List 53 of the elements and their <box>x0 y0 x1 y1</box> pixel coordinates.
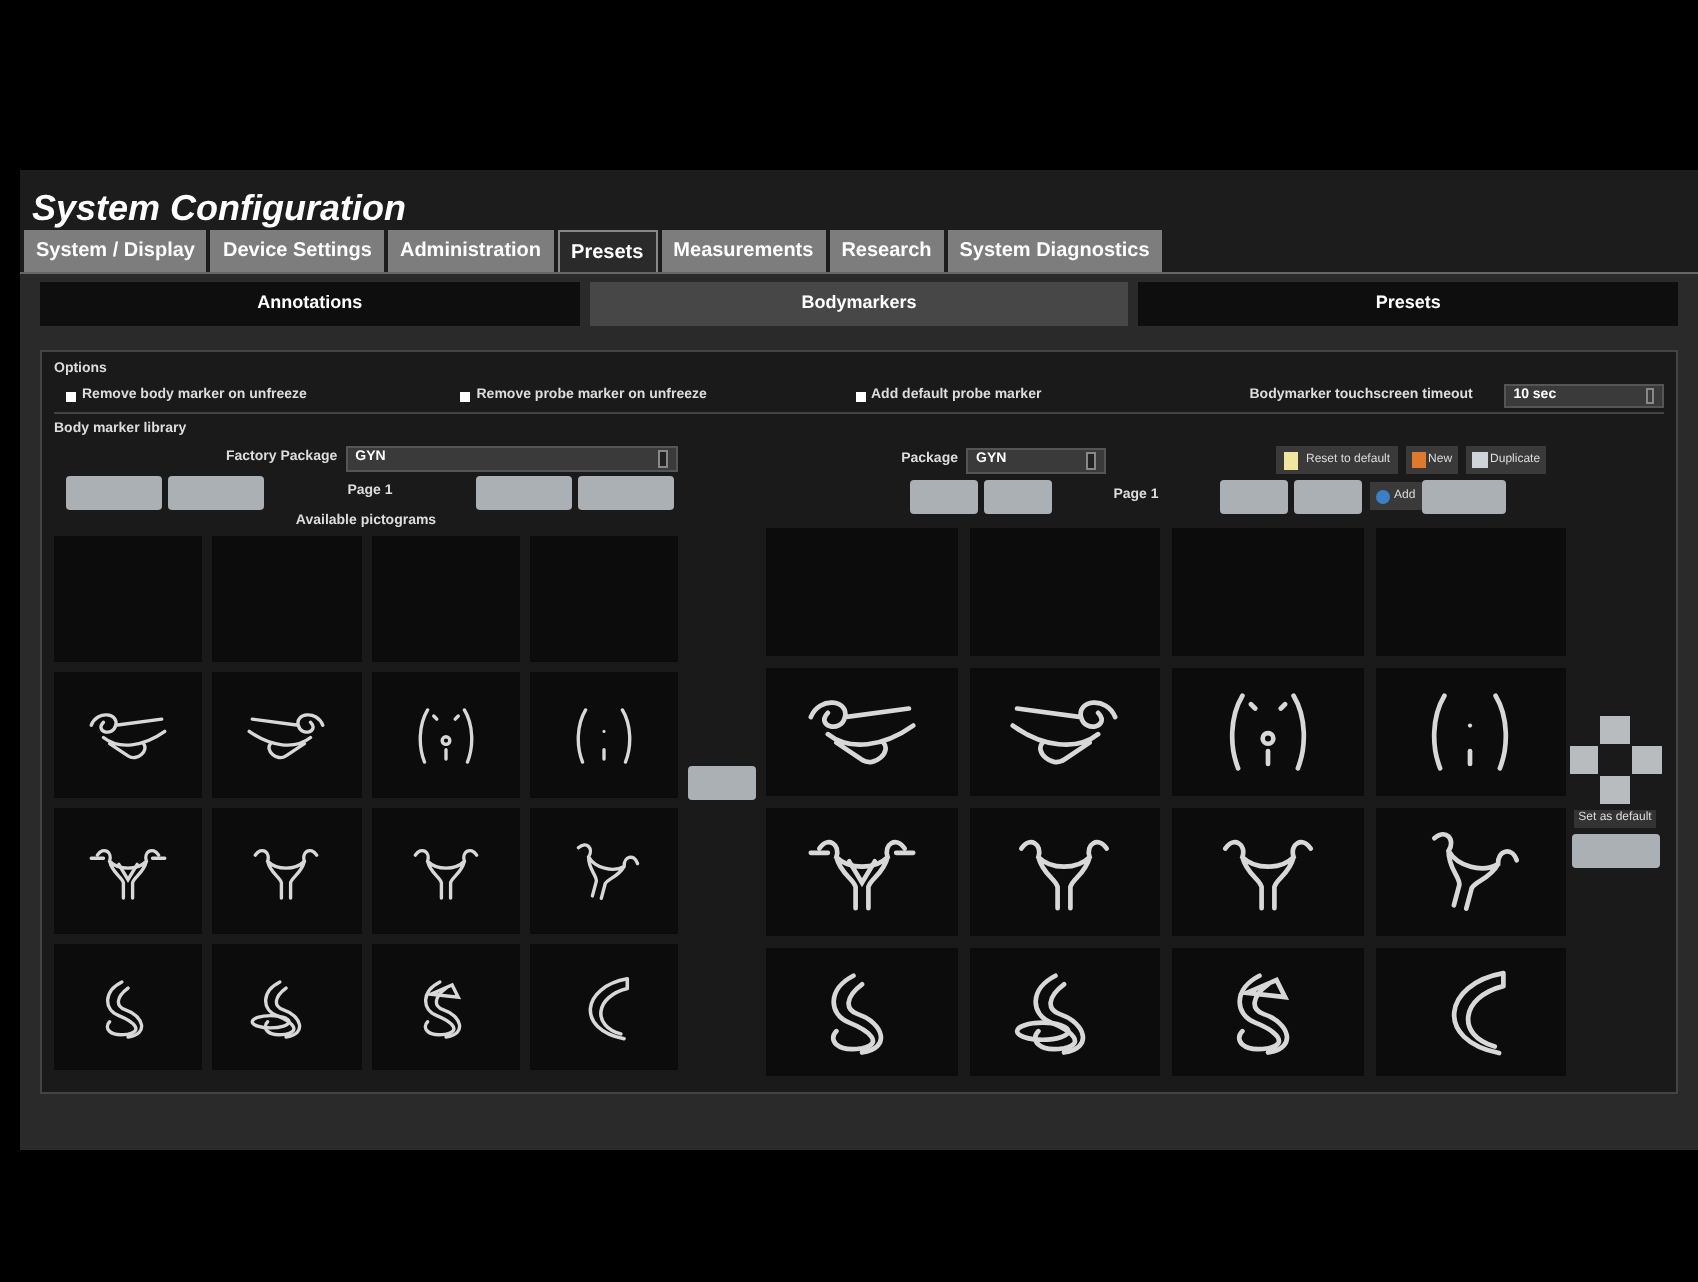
window-title: System Configuration <box>30 186 409 230</box>
tab[interactable]: Presets <box>557 230 658 272</box>
pictogram-tile[interactable] <box>766 668 957 796</box>
sub-tab[interactable]: Presets <box>1138 282 1679 326</box>
pictogram-tile[interactable] <box>766 808 957 936</box>
tab[interactable]: System Diagnostics <box>947 230 1162 272</box>
pictogram-tile[interactable] <box>1375 948 1566 1076</box>
tab[interactable]: Administration <box>387 230 554 272</box>
dropdown-handle-icon <box>1646 388 1654 404</box>
tab[interactable]: System / Display <box>24 230 207 272</box>
checkbox[interactable] <box>855 391 865 401</box>
button[interactable] <box>578 475 674 509</box>
button[interactable] <box>1220 479 1288 513</box>
document-icon <box>1284 451 1298 469</box>
dropdown-handle-icon <box>1086 451 1096 469</box>
button[interactable] <box>910 479 978 513</box>
button[interactable] <box>66 475 162 509</box>
pictogram-tile[interactable] <box>54 944 203 1070</box>
direction-pad[interactable] <box>1569 716 1661 804</box>
pictogram-tile[interactable] <box>529 672 678 798</box>
pictogram-tile[interactable] <box>529 944 678 1070</box>
pictogram-tile[interactable] <box>529 808 678 934</box>
pictogram-tile[interactable] <box>1375 808 1566 936</box>
button[interactable] <box>1294 479 1362 513</box>
tab[interactable]: Measurements <box>661 230 826 272</box>
button[interactable] <box>476 475 572 509</box>
tab[interactable]: Research <box>829 230 944 272</box>
pictogram-tile[interactable] <box>212 672 361 798</box>
transfer-button[interactable] <box>688 765 756 799</box>
pictogram-tile[interactable] <box>212 944 361 1070</box>
pictogram-tile[interactable] <box>969 948 1160 1076</box>
pictogram-tile[interactable] <box>54 672 203 798</box>
checkbox[interactable] <box>66 391 76 401</box>
button[interactable] <box>984 479 1052 513</box>
pictogram-tile[interactable] <box>371 808 520 934</box>
pictogram-tile[interactable] <box>212 808 361 934</box>
checkbox[interactable] <box>460 391 471 401</box>
sub-tab[interactable]: Bodymarkers <box>589 282 1129 326</box>
pictogram-tile[interactable] <box>371 672 520 798</box>
pictogram-tile[interactable] <box>1375 668 1566 796</box>
pictogram-tile[interactable] <box>1172 948 1363 1076</box>
pictogram-tile[interactable] <box>1172 668 1363 796</box>
pictogram-tile[interactable] <box>54 808 203 934</box>
pictogram-tile[interactable] <box>371 944 520 1070</box>
pictogram-tile[interactable] <box>969 808 1160 936</box>
pictogram-tile[interactable] <box>1172 808 1363 936</box>
pictogram-tile[interactable] <box>766 948 957 1076</box>
button[interactable] <box>168 475 264 509</box>
tab[interactable]: Device Settings <box>210 230 384 272</box>
pictogram-tile[interactable] <box>969 668 1160 796</box>
button[interactable] <box>1421 479 1506 513</box>
dropdown-handle-icon <box>658 449 668 467</box>
sub-tab[interactable]: Annotations <box>40 282 580 326</box>
